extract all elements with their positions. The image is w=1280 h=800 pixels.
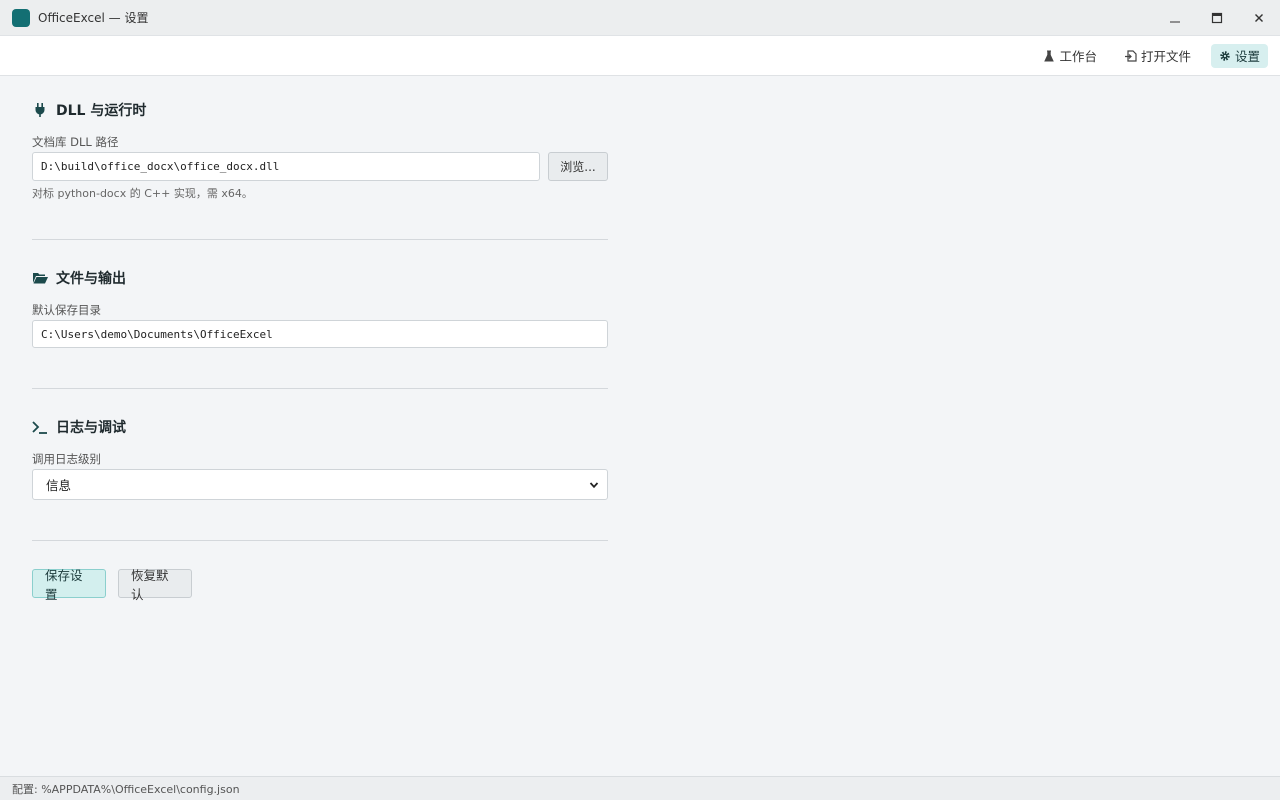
- open-file-button[interactable]: 打开文件: [1117, 44, 1199, 68]
- files-section-label: 文件与输出: [56, 271, 126, 287]
- dll-hint: 对标 python-docx 的 C++ 实现，需 x64。: [32, 187, 253, 200]
- file-import-icon: [1124, 49, 1137, 62]
- status-bar: 配置: %APPDATA%\OfficeExcel\config.json: [0, 776, 1280, 800]
- close-icon: [1255, 14, 1263, 22]
- dll-section-title: DLL 与运行时: [32, 100, 146, 120]
- flask-icon: [1044, 50, 1055, 61]
- settings-label: 设置: [1234, 49, 1260, 64]
- log-level-select[interactable]: 信息: [32, 469, 608, 500]
- config-path-text: 配置: %APPDATA%\OfficeExcel\config.json: [12, 782, 240, 796]
- minimize-button[interactable]: [1154, 0, 1196, 36]
- save-settings-button[interactable]: 保存设置: [32, 568, 106, 602]
- section-divider: [32, 540, 608, 541]
- dll-path-input[interactable]: D:\build\office_docx\office_docx.dll: [32, 152, 540, 181]
- save-dir-label: 默认保存目录: [32, 303, 101, 317]
- section-divider: [32, 239, 608, 240]
- window-title: OfficeExcel — 设置: [38, 11, 149, 25]
- dll-path-label: 文档库 DLL 路径: [32, 135, 119, 149]
- logging-section-label: 日志与调试: [56, 420, 126, 436]
- top-toolbar: 工作台 打开文件 设置: [0, 36, 1280, 76]
- open-file-label: 打开文件: [1140, 49, 1191, 64]
- save-dir-input[interactable]: C:\Users\demo\Documents\OfficeExcel: [32, 320, 608, 348]
- maximize-button[interactable]: [1196, 0, 1238, 36]
- plug-icon: [35, 103, 45, 117]
- folder-open-icon: [33, 273, 48, 284]
- log-level-value: 信息: [46, 478, 72, 493]
- reset-defaults-button[interactable]: 恢复默认: [118, 568, 192, 602]
- workbench-button[interactable]: 工作台: [1035, 44, 1105, 68]
- app-icon: [12, 8, 30, 27]
- close-button[interactable]: [1238, 0, 1280, 36]
- browse-button[interactable]: 浏览...: [548, 152, 608, 181]
- chevron-down-icon: [589, 481, 599, 488]
- maximize-icon: [1211, 12, 1223, 24]
- minimize-icon: [1170, 21, 1180, 23]
- section-divider: [32, 388, 608, 389]
- files-section-title: 文件与输出: [32, 268, 126, 288]
- settings-button[interactable]: 设置: [1210, 43, 1268, 68]
- title-bar: OfficeExcel — 设置: [0, 0, 1280, 36]
- log-level-label: 调用日志级别: [32, 452, 101, 466]
- logging-section-title: 日志与调试: [32, 417, 126, 437]
- workbench-label: 工作台: [1059, 49, 1097, 64]
- window-controls: [1154, 0, 1280, 36]
- terminal-icon: [32, 421, 47, 434]
- gear-icon: [1220, 50, 1230, 61]
- dll-section-label: DLL 与运行时: [56, 103, 147, 119]
